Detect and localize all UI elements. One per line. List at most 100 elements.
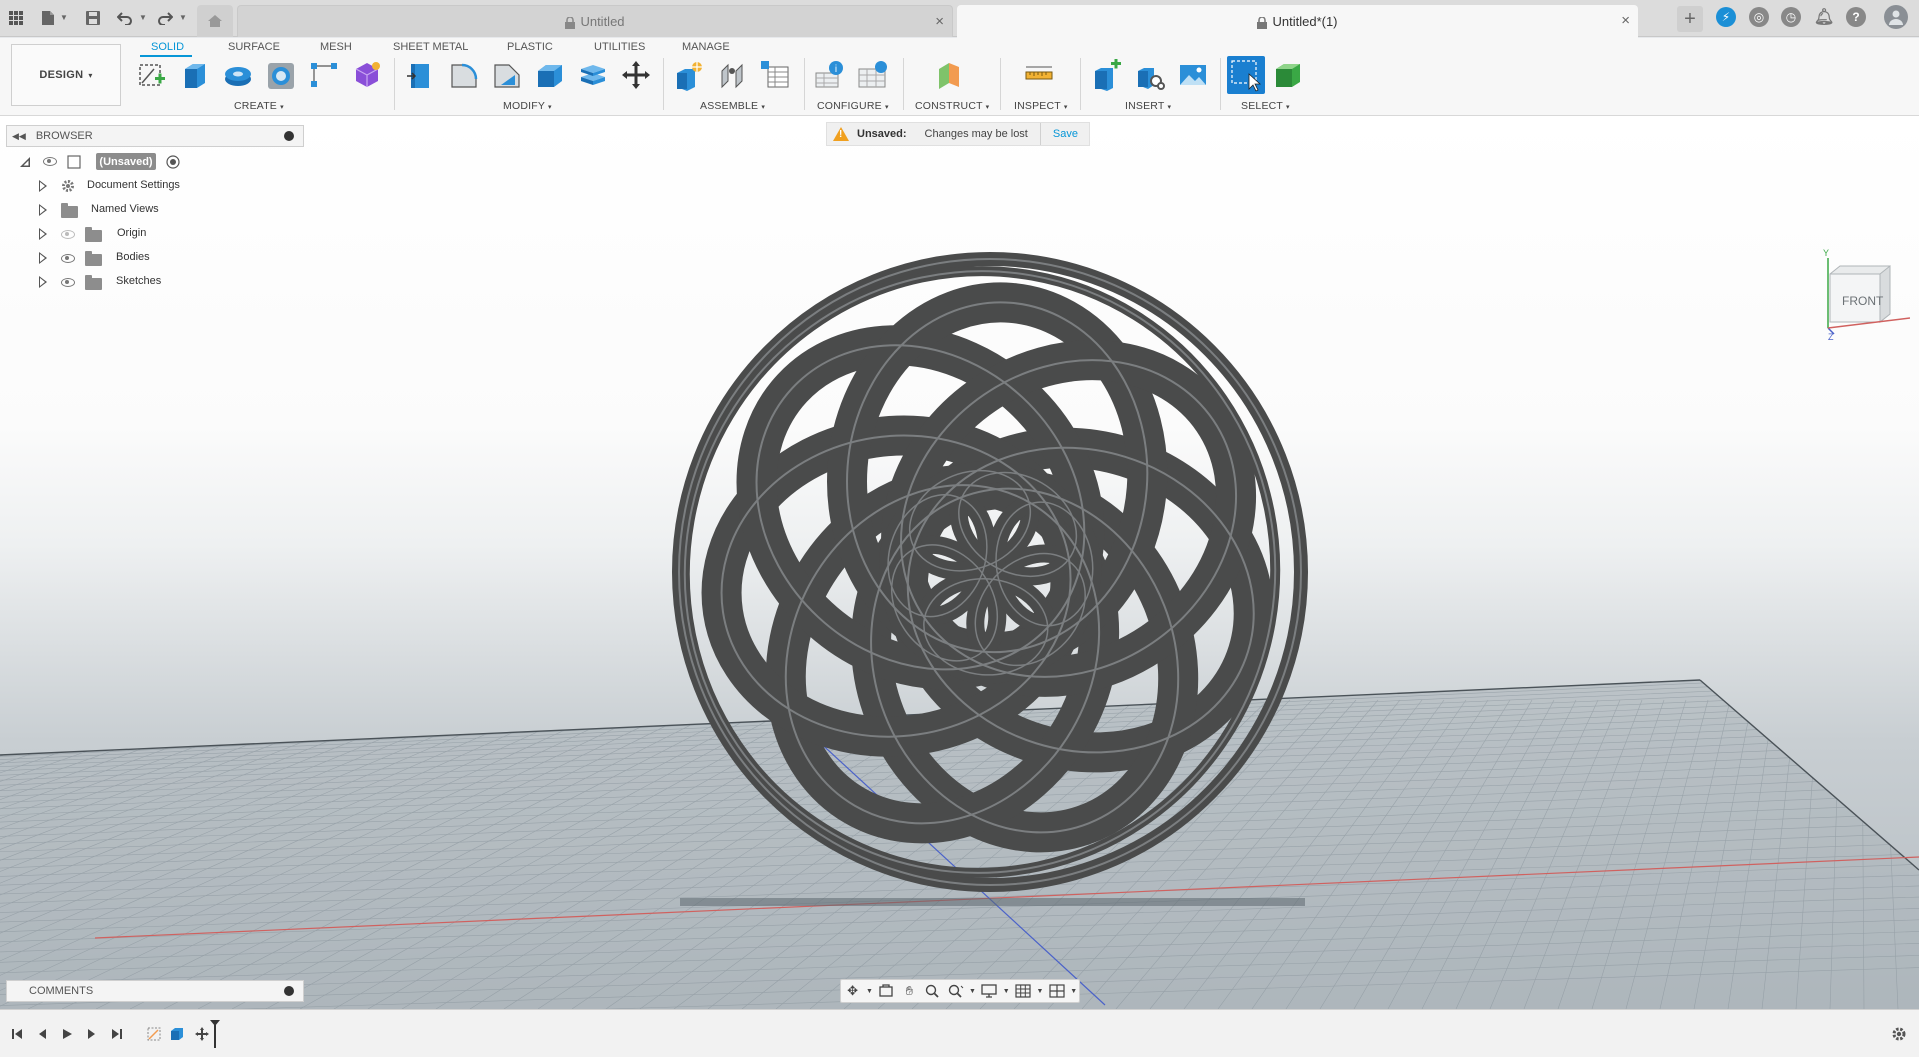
change-parameters-icon[interactable]: i: [813, 57, 847, 93]
construct-menu[interactable]: CONSTRUCT ▾: [915, 100, 989, 112]
move-copy-icon[interactable]: [619, 57, 653, 93]
zoom-window-icon[interactable]: [944, 981, 967, 1001]
bom-table-icon[interactable]: [758, 57, 792, 93]
look-at-icon[interactable]: [875, 981, 898, 1001]
expand-triangle-icon[interactable]: [39, 276, 47, 288]
user-avatar[interactable]: [1884, 5, 1908, 29]
timeline-move-feature-icon[interactable]: [193, 1025, 211, 1043]
inspect-menu[interactable]: INSPECT ▾: [1014, 100, 1068, 112]
insert-derive-icon[interactable]: [1090, 57, 1124, 93]
extrude-icon[interactable]: [178, 57, 212, 93]
visibility-eye-icon[interactable]: [43, 157, 57, 166]
tab-sheet-metal[interactable]: SHEET METAL: [393, 38, 468, 56]
expanded-triangle-icon[interactable]: [19, 156, 31, 168]
measure-icon[interactable]: [1022, 57, 1056, 93]
comments-panel-header[interactable]: COMMENTS: [6, 980, 304, 1002]
chevron-down-icon[interactable]: ▼: [1001, 981, 1012, 1001]
tree-item-sketches[interactable]: Sketches: [0, 271, 200, 293]
tree-item-origin[interactable]: Origin: [0, 223, 200, 245]
redo-caret-icon[interactable]: ▼: [179, 13, 187, 22]
configure-table-icon[interactable]: [856, 57, 890, 93]
browser-panel-header[interactable]: ◀◀ BROWSER: [6, 125, 304, 147]
insert-canvas-icon[interactable]: [1176, 57, 1210, 93]
root-component-label[interactable]: (Unsaved): [96, 153, 156, 170]
save-icon[interactable]: [83, 8, 103, 28]
tab-surface[interactable]: SURFACE: [228, 38, 280, 56]
tree-item-named-views[interactable]: Named Views: [0, 199, 200, 221]
tab-untitled-1[interactable]: Untitled*(1) ×: [957, 5, 1638, 38]
revolve-icon[interactable]: [221, 57, 255, 93]
visibility-eye-icon[interactable]: [61, 278, 75, 287]
timeline-settings-gear-icon[interactable]: [1890, 1025, 1908, 1043]
modify-menu[interactable]: MODIFY ▾: [503, 100, 552, 112]
select-tool-button[interactable]: [1227, 56, 1265, 94]
assemble-menu[interactable]: ASSEMBLE ▾: [700, 100, 765, 112]
add-comment-icon[interactable]: [284, 986, 294, 996]
chevron-down-icon[interactable]: ▼: [967, 981, 978, 1001]
chevron-down-icon[interactable]: ▼: [864, 981, 875, 1001]
file-menu-caret-icon[interactable]: ▼: [60, 13, 68, 22]
job-status-icon[interactable]: ⚡: [1716, 7, 1736, 27]
hole-icon[interactable]: [264, 57, 298, 93]
viewports-icon[interactable]: [1045, 981, 1068, 1001]
step-forward-icon[interactable]: [83, 1025, 101, 1043]
chevron-down-icon[interactable]: ▼: [1068, 981, 1079, 1001]
collapse-panel-icon[interactable]: ◀◀: [12, 131, 26, 142]
expand-triangle-icon[interactable]: [39, 252, 47, 264]
press-pull-icon[interactable]: [404, 57, 438, 93]
expand-triangle-icon[interactable]: [39, 228, 47, 240]
pattern-icon[interactable]: [307, 57, 341, 93]
workspace-switcher[interactable]: DESIGN ▾: [11, 44, 121, 106]
home-tab[interactable]: [197, 5, 233, 37]
grid-settings-icon[interactable]: [1012, 981, 1035, 1001]
undo-icon[interactable]: [115, 8, 135, 28]
insert-menu[interactable]: INSERT ▾: [1125, 100, 1171, 112]
offset-plane-icon[interactable]: [932, 57, 966, 93]
create-menu[interactable]: CREATE ▾: [234, 100, 284, 112]
tab-mesh[interactable]: MESH: [320, 38, 352, 56]
expand-triangle-icon[interactable]: [39, 180, 47, 192]
play-icon[interactable]: [58, 1025, 76, 1043]
save-link[interactable]: Save: [1053, 128, 1078, 140]
timeline-extrude-feature-icon[interactable]: [168, 1025, 186, 1043]
tab-manage[interactable]: MANAGE: [682, 38, 730, 56]
zoom-icon[interactable]: [921, 981, 944, 1001]
notifications-bell-icon[interactable]: 🔔︎: [1814, 7, 1834, 27]
tree-item-document-settings[interactable]: Document Settings: [0, 175, 200, 197]
display-settings-icon[interactable]: [978, 981, 1001, 1001]
create-sketch-icon[interactable]: [135, 57, 169, 93]
visibility-eye-off-icon[interactable]: [61, 230, 75, 239]
step-back-icon[interactable]: [33, 1025, 51, 1043]
shell-icon[interactable]: [533, 57, 567, 93]
canvas-viewport[interactable]: FRONT Y Z: [0, 116, 1919, 1009]
extensions-icon[interactable]: ◎: [1749, 7, 1769, 27]
tab-untitled[interactable]: Untitled ×: [237, 5, 953, 37]
tab-solid[interactable]: SOLID: [151, 38, 184, 56]
file-menu-icon[interactable]: [38, 8, 58, 28]
viewcube-front-face[interactable]: FRONT: [1842, 294, 1883, 308]
select-body-icon[interactable]: [1271, 57, 1305, 93]
help-icon[interactable]: ?: [1846, 7, 1866, 27]
app-grid-icon[interactable]: [6, 8, 26, 28]
orbit-icon[interactable]: ✥: [841, 981, 864, 1001]
undo-caret-icon[interactable]: ▼: [139, 13, 147, 22]
insert-mcmaster-icon[interactable]: [1133, 57, 1167, 93]
pan-hand-icon[interactable]: ✋︎: [898, 981, 921, 1001]
history-clock-icon[interactable]: ◷: [1781, 7, 1801, 27]
go-to-end-icon[interactable]: [108, 1025, 126, 1043]
configure-menu[interactable]: CONFIGURE ▾: [817, 100, 889, 112]
visibility-eye-icon[interactable]: [61, 254, 75, 263]
chamfer-icon[interactable]: [490, 57, 524, 93]
chevron-down-icon[interactable]: ▼: [1035, 981, 1046, 1001]
redo-icon[interactable]: [155, 8, 175, 28]
tab-utilities[interactable]: UTILITIES: [594, 38, 645, 56]
timeline-marker[interactable]: [210, 1020, 220, 1048]
combine-icon[interactable]: [576, 57, 610, 93]
timeline-sketch-feature-icon[interactable]: [145, 1025, 163, 1043]
create-form-icon[interactable]: [350, 57, 384, 93]
close-tab-icon[interactable]: ×: [935, 13, 944, 30]
new-tab-plus-icon[interactable]: +: [1677, 6, 1703, 32]
tab-plastic[interactable]: PLASTIC: [507, 38, 553, 56]
expand-triangle-icon[interactable]: [39, 204, 47, 216]
fillet-icon[interactable]: [447, 57, 481, 93]
